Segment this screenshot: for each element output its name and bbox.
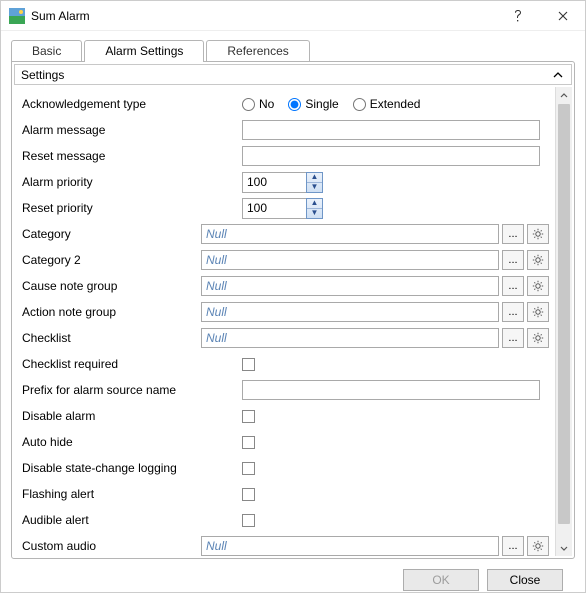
dialog-footer: OK Close <box>11 559 575 591</box>
content: Basic Alarm Settings References Settings… <box>1 31 585 591</box>
label-reset-msg: Reset message <box>22 149 242 163</box>
label-checklist: Checklist <box>22 331 201 345</box>
category2-browse-button[interactable]: ... <box>502 250 524 270</box>
spin-up-icon[interactable]: ▲ <box>307 199 322 209</box>
reset-priority-input[interactable] <box>242 198 306 219</box>
category-input[interactable] <box>201 224 499 244</box>
label-ack-type: Acknowledgement type <box>22 97 242 111</box>
disable-sclog-checkbox[interactable] <box>242 462 255 475</box>
category-gear-button[interactable] <box>527 224 549 244</box>
scroll-thumb[interactable] <box>558 104 570 524</box>
scroll-track[interactable] <box>556 104 572 539</box>
spin-down-icon[interactable]: ▼ <box>307 209 322 218</box>
vertical-scrollbar[interactable] <box>555 87 572 556</box>
window-title: Sum Alarm <box>31 9 90 23</box>
cause-note-input[interactable] <box>201 276 499 296</box>
ack-type-group: No Single Extended <box>242 97 420 111</box>
label-cause-note: Cause note group <box>22 279 201 293</box>
scroll-down-button[interactable] <box>556 539 572 556</box>
collapse-icon[interactable] <box>551 68 565 82</box>
label-custom-audio: Custom audio <box>22 539 201 553</box>
tab-alarm-settings[interactable]: Alarm Settings <box>84 40 204 62</box>
alarm-message-input[interactable] <box>242 120 540 140</box>
label-disable-sclog: Disable state-change logging <box>22 461 242 475</box>
action-note-gear-button[interactable] <box>527 302 549 322</box>
flashing-alert-checkbox[interactable] <box>242 488 255 501</box>
alarm-priority-spinner[interactable]: ▲▼ <box>306 172 323 193</box>
app-icon <box>9 8 25 24</box>
settings-pane: Settings Acknowledgement type No Single … <box>11 61 575 559</box>
settings-body: Acknowledgement type No Single Extended … <box>14 87 555 556</box>
ack-radio-extended[interactable]: Extended <box>353 97 421 111</box>
label-prefix-src: Prefix for alarm source name <box>22 383 242 397</box>
label-category: Category <box>22 227 201 241</box>
help-button[interactable] <box>495 1 540 31</box>
label-flashing: Flashing alert <box>22 487 242 501</box>
label-alarm-priority: Alarm priority <box>22 175 242 189</box>
scroll-up-button[interactable] <box>556 87 572 104</box>
action-note-input[interactable] <box>201 302 499 322</box>
label-reset-priority: Reset priority <box>22 201 242 215</box>
audible-alert-checkbox[interactable] <box>242 514 255 527</box>
category-browse-button[interactable]: ... <box>502 224 524 244</box>
tab-basic[interactable]: Basic <box>11 40 82 62</box>
section-title: Settings <box>21 68 551 82</box>
prefix-source-input[interactable] <box>242 380 540 400</box>
section-header[interactable]: Settings <box>14 64 572 85</box>
label-action-note: Action note group <box>22 305 201 319</box>
alarm-priority-input[interactable] <box>242 172 306 193</box>
disable-alarm-checkbox[interactable] <box>242 410 255 423</box>
checklist-gear-button[interactable] <box>527 328 549 348</box>
label-checklist-req: Checklist required <box>22 357 242 371</box>
reset-message-input[interactable] <box>242 146 540 166</box>
tab-references[interactable]: References <box>206 40 309 62</box>
checklist-required-checkbox[interactable] <box>242 358 255 371</box>
checklist-input[interactable] <box>201 328 499 348</box>
ok-button[interactable]: OK <box>403 569 479 591</box>
tab-bar: Basic Alarm Settings References <box>11 39 575 61</box>
checklist-browse-button[interactable]: ... <box>502 328 524 348</box>
custom-audio-input[interactable] <box>201 536 499 556</box>
action-note-browse-button[interactable]: ... <box>502 302 524 322</box>
ack-radio-no[interactable]: No <box>242 97 274 111</box>
custom-audio-gear-button[interactable] <box>527 536 549 556</box>
label-auto-hide: Auto hide <box>22 435 242 449</box>
label-audible: Audible alert <box>22 513 242 527</box>
close-window-button[interactable] <box>540 1 585 31</box>
cause-note-browse-button[interactable]: ... <box>502 276 524 296</box>
titlebar: Sum Alarm <box>1 1 585 31</box>
category2-input[interactable] <box>201 250 499 270</box>
label-category2: Category 2 <box>22 253 201 267</box>
cause-note-gear-button[interactable] <box>527 276 549 296</box>
reset-priority-spinner[interactable]: ▲▼ <box>306 198 323 219</box>
spin-down-icon[interactable]: ▼ <box>307 183 322 192</box>
custom-audio-browse-button[interactable]: ... <box>502 536 524 556</box>
label-disable-alarm: Disable alarm <box>22 409 242 423</box>
auto-hide-checkbox[interactable] <box>242 436 255 449</box>
spin-up-icon[interactable]: ▲ <box>307 173 322 183</box>
category2-gear-button[interactable] <box>527 250 549 270</box>
ack-radio-single[interactable]: Single <box>288 97 338 111</box>
close-button[interactable]: Close <box>487 569 563 591</box>
label-alarm-msg: Alarm message <box>22 123 242 137</box>
